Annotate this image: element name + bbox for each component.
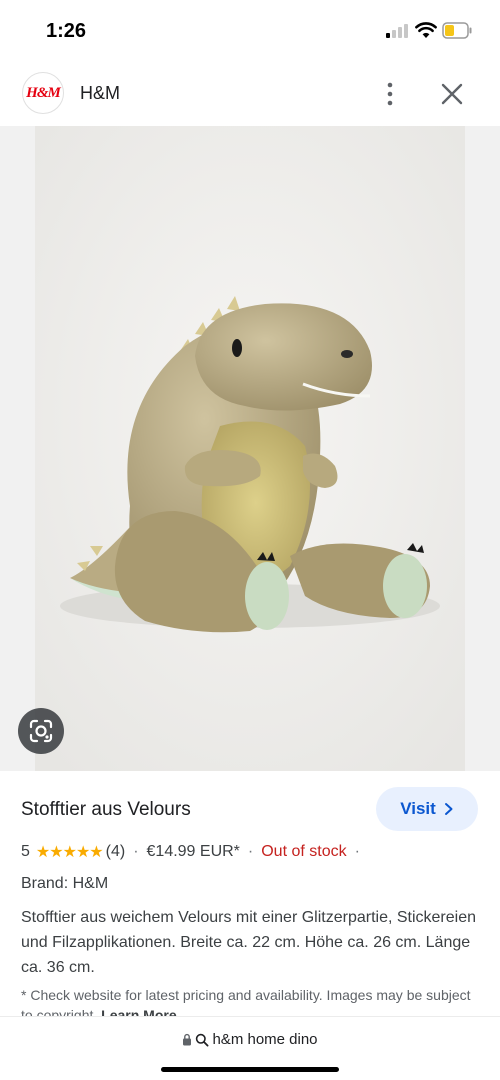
url-display[interactable]: h&m home dino [0,1031,500,1048]
lock-icon [183,1033,192,1046]
status-time: 1:26 [46,20,87,42]
review-count[interactable]: (4) [106,843,126,861]
battery-icon [442,22,472,39]
image-viewer [0,126,500,771]
lens-search-button[interactable] [18,708,64,754]
product-description: Stofftier aus weichem Velours mit einer … [21,909,477,976]
visit-label: Visit [400,799,436,818]
separator-dot: · [247,843,254,860]
home-indicator[interactable] [161,1067,339,1072]
site-name[interactable]: H&M [80,83,120,104]
logo-text: H&M [26,84,61,101]
product-title: Stofftier aus Velours [21,799,191,820]
star-rating-icon: ★★★★★ [35,844,104,861]
site-logo[interactable]: H&M [22,72,64,114]
rating-price-row: 5 ★★★★★ (4) · €14.99 EUR* · Out of stock… [21,842,368,862]
stock-status: Out of stock [261,843,347,860]
brand-line: Brand: H&M [21,875,109,892]
product-image[interactable] [35,126,465,771]
status-bar: 1:26 [0,0,500,62]
chevron-right-icon [444,803,453,815]
learn-more-link[interactable]: Learn More [101,1007,176,1016]
url-text: h&m home dino [212,1031,318,1048]
product-info-panel: Stofftier aus Velours Visit 5 ★★★★★ (4) … [0,771,500,1016]
separator-dot: · [354,843,360,860]
bottom-address-bar: h&m home dino [0,1016,500,1080]
price: €14.99 EUR* [146,843,240,860]
wifi-icon [415,22,437,38]
separator-dot: · [133,843,139,860]
lens-icon [29,719,53,743]
close-icon[interactable] [438,80,466,108]
disclaimer: * Check website for latest pricing and a… [21,985,483,1016]
rating-value: 5 [21,843,30,860]
dinosaur-plush-illustration [35,126,465,771]
visit-button[interactable]: Visit [376,787,478,831]
disclaimer-text: * Check website for latest pricing and a… [21,987,471,1016]
source-header: H&M H&M [0,62,500,126]
search-icon [196,1033,209,1046]
signal-icon [386,24,408,38]
more-vert-icon[interactable] [376,80,404,108]
